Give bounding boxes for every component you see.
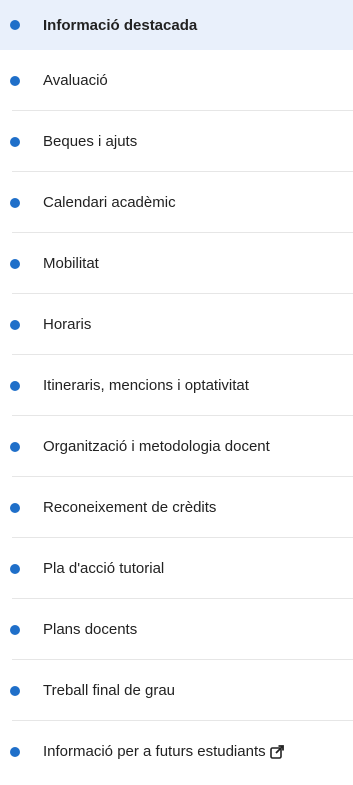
nav-item-organitzacio[interactable]: Organització i metodologia docent: [0, 416, 353, 477]
nav-item-label: Informació per a futurs estudiants: [43, 743, 266, 760]
bullet-icon: [10, 624, 20, 635]
nav-item-label: Itineraris, mencions i optativitat: [43, 377, 249, 394]
bullet-icon: [10, 136, 20, 147]
bullet-icon: [10, 685, 20, 696]
nav-item-label: Beques i ajuts: [43, 133, 138, 150]
nav-item-label: Pla d'acció tutorial: [43, 560, 165, 577]
nav-item-beques-i-ajuts[interactable]: Beques i ajuts: [0, 111, 353, 172]
external-link-icon: [269, 744, 284, 759]
nav-item-label: Mobilitat: [43, 255, 99, 272]
nav-item-horaris[interactable]: Horaris: [0, 294, 353, 355]
nav-item-label: Informació destacada: [43, 16, 198, 34]
nav-item-label: Plans docents: [43, 621, 138, 638]
nav-item-informacio-destacada[interactable]: Informació destacada: [0, 0, 353, 50]
bullet-icon: [10, 20, 20, 30]
nav-item-label: Reconeixement de crèdits: [43, 499, 217, 516]
nav-item-label: Organització i metodologia docent: [43, 438, 270, 455]
sidebar-navigation: Informació destacada Avaluació Beques i …: [0, 0, 353, 785]
nav-item-label: Avaluació: [43, 72, 108, 89]
nav-item-plans-docents[interactable]: Plans docents: [0, 599, 353, 660]
bullet-icon: [10, 197, 20, 208]
bullet-icon: [10, 441, 20, 452]
nav-item-mobilitat[interactable]: Mobilitat: [0, 233, 353, 294]
nav-list: Informació destacada Avaluació Beques i …: [0, 0, 353, 782]
nav-item-futurs-estudiants[interactable]: Informació per a futurs estudiants: [0, 721, 353, 782]
bullet-icon: [10, 319, 20, 330]
nav-item-itineraris[interactable]: Itineraris, mencions i optativitat: [0, 355, 353, 416]
nav-item-label: Treball final de grau: [43, 682, 176, 699]
nav-item-avaluacio[interactable]: Avaluació: [0, 50, 353, 111]
bullet-icon: [10, 258, 20, 269]
nav-item-pla-accio-tutorial[interactable]: Pla d'acció tutorial: [0, 538, 353, 599]
nav-item-calendari-academic[interactable]: Calendari acadèmic: [0, 172, 353, 233]
nav-item-label: Horaris: [43, 316, 92, 333]
nav-item-label: Calendari acadèmic: [43, 194, 176, 211]
nav-item-treball-final-de-grau[interactable]: Treball final de grau: [0, 660, 353, 721]
bullet-icon: [10, 502, 20, 513]
bullet-icon: [10, 380, 20, 391]
bullet-icon: [10, 746, 20, 757]
bullet-icon: [10, 75, 20, 86]
nav-item-reconeixement[interactable]: Reconeixement de crèdits: [0, 477, 353, 538]
bullet-icon: [10, 563, 20, 574]
